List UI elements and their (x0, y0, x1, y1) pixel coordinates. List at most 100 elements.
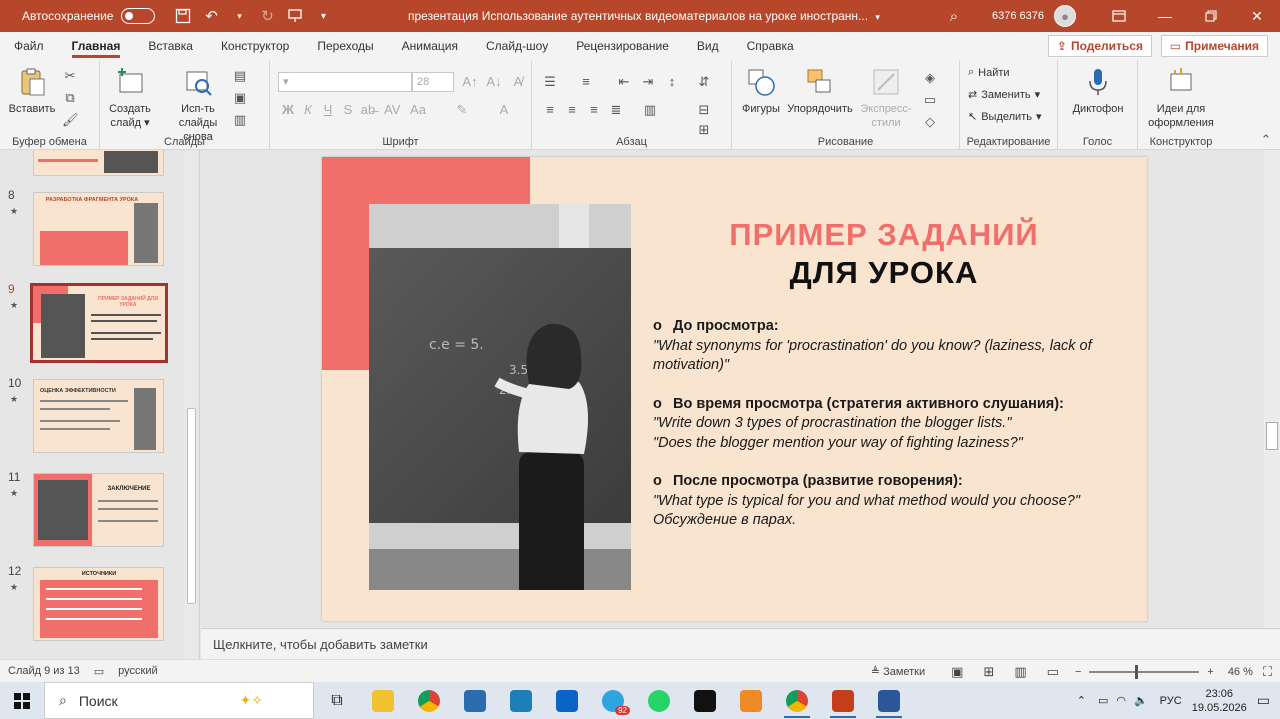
share-button[interactable]: ⇪ Поделиться (1047, 35, 1152, 57)
tab-transitions[interactable]: Переходы (303, 32, 387, 60)
tab-view[interactable]: Вид (683, 32, 733, 60)
underline-icon[interactable]: Ч (320, 102, 336, 118)
search-icon[interactable]: ⌕ (940, 2, 968, 30)
font-family-select[interactable]: ▾ (278, 72, 412, 92)
clear-format-icon[interactable]: A̸ (510, 74, 526, 90)
undo-icon[interactable]: ↶ (197, 2, 225, 30)
present-icon[interactable] (281, 2, 309, 30)
notion-icon[interactable] (682, 682, 728, 719)
slide-sorter-icon[interactable]: ⊞ (983, 664, 994, 680)
shrink-font-icon[interactable]: A↓ (486, 74, 502, 90)
align-right-icon[interactable]: ≡ (586, 102, 602, 118)
find-button[interactable]: ⌕ Найти (968, 66, 1010, 79)
undo-dropdown-icon[interactable]: ▾ (225, 2, 253, 30)
wifi-icon[interactable]: ◠ (1116, 694, 1126, 707)
arrange-button[interactable]: Упорядочить (786, 66, 854, 116)
document-title[interactable]: презентация Использование аутентичных ви… (408, 9, 880, 23)
user-name[interactable]: 6376 6376 (992, 10, 1044, 22)
slide-thumbnail[interactable] (33, 150, 164, 176)
align-text-icon[interactable]: ⊟ (696, 102, 712, 118)
tab-animations[interactable]: Анимация (388, 32, 472, 60)
zoom-slider[interactable] (1089, 664, 1200, 679)
tab-home[interactable]: Главная (58, 32, 135, 60)
highlight-icon[interactable]: ✎ (454, 102, 470, 118)
teacher-at-chalkboard-photo[interactable]: c.e = 5. 3.5 = 6 2.5 = 6 (369, 204, 631, 590)
slide-thumbnail[interactable]: ЗАКЛЮЧЕНИЕ (33, 473, 164, 547)
chrome-profile-icon[interactable] (774, 682, 820, 719)
tab-help[interactable]: Справка (733, 32, 808, 60)
collapse-ribbon-icon[interactable]: ⌃ (1258, 132, 1274, 148)
new-slide-button[interactable]: Создать слайд ▾ (104, 66, 156, 130)
outlook-icon[interactable] (544, 682, 590, 719)
file-explorer-icon[interactable] (360, 682, 406, 719)
minimize-icon[interactable]: — (1142, 0, 1188, 32)
slide-thumbnail-selected[interactable]: ПРИМЕР ЗАДАНИЙ ДЛЯ УРОКА (30, 283, 168, 363)
show-hidden-icons-icon[interactable]: ⌃ (1077, 694, 1086, 707)
select-button[interactable]: ↖ Выделить ▾ (968, 110, 1042, 124)
tab-slideshow[interactable]: Слайд-шоу (472, 32, 562, 60)
increase-indent-icon[interactable]: ⇥ (640, 74, 656, 90)
slide-thumbnail[interactable]: ОЦЕНКА ЭФФЕКТИВНОСТИ (33, 379, 164, 453)
photos-icon[interactable] (498, 682, 544, 719)
current-slide[interactable]: c.e = 5. 3.5 = 6 2.5 = 6 ПРИМЕР ЗАДАНИЙ … (322, 157, 1147, 621)
powerpoint-icon[interactable] (820, 682, 866, 719)
reuse-slides-button[interactable]: Исп-ть слайды снова (166, 66, 230, 144)
telegram-icon[interactable]: 92 (590, 682, 636, 719)
language-indicator[interactable]: русский (118, 665, 157, 677)
battery-icon[interactable]: ▭ (1098, 694, 1108, 707)
volume-icon[interactable]: 🔈 (1134, 694, 1148, 707)
font-size-select[interactable]: 28 (412, 72, 454, 92)
normal-view-icon[interactable]: ▣ (951, 664, 963, 680)
customize-toolbar-icon[interactable]: ▾ (309, 2, 337, 30)
tab-design[interactable]: Конструктор (207, 32, 303, 60)
align-left-icon[interactable]: ≡ (542, 102, 558, 118)
reset-icon[interactable]: ▣ (232, 90, 248, 106)
shadow-icon[interactable]: S (340, 102, 356, 118)
slide-thumbnail[interactable]: ИСТОЧНИКИ (33, 567, 164, 641)
word-icon[interactable] (866, 682, 912, 719)
grow-font-icon[interactable]: A↑ (462, 74, 478, 90)
shapes-button[interactable]: Фигуры (738, 66, 784, 116)
spellcheck-icon[interactable]: ▭ (94, 665, 104, 678)
justify-icon[interactable]: ≣ (608, 102, 624, 118)
tab-insert[interactable]: Вставка (134, 32, 207, 60)
numbering-icon[interactable]: ≡ (578, 74, 594, 90)
case-icon[interactable]: Aa (410, 102, 426, 118)
copy-icon[interactable]: ⧉ (62, 90, 78, 106)
shape-fill-icon[interactable]: ◈ (922, 70, 938, 86)
font-color-icon[interactable]: A (496, 102, 512, 118)
dictate-button[interactable]: Диктофон (1064, 66, 1132, 116)
whatsapp-icon[interactable] (636, 682, 682, 719)
paste-button[interactable]: Вставить (6, 66, 58, 116)
bullets-icon[interactable]: ☰ (542, 74, 558, 90)
comments-button[interactable]: ▭ Примечания (1160, 35, 1268, 57)
slideshow-view-icon[interactable]: ▭ (1047, 664, 1059, 680)
zoom-in-icon[interactable]: + (1207, 666, 1213, 678)
text-direction-icon[interactable]: ⇵ (696, 74, 712, 90)
windows-start-icon[interactable] (0, 682, 44, 719)
decrease-indent-icon[interactable]: ⇤ (616, 74, 632, 90)
zoom-level[interactable]: 46 % (1228, 666, 1253, 678)
notes-toggle-button[interactable]: ≜ Заметки (871, 665, 925, 678)
columns-icon[interactable]: ▥ (642, 102, 658, 118)
notifications-icon[interactable]: ▭ (1257, 692, 1270, 709)
slide-thumbnail[interactable]: РАЗРАБОТКА ФРАГМЕНТА УРОКА (33, 192, 164, 266)
taskbar-search[interactable]: ⌕ Поиск ✦✧ (44, 682, 314, 719)
slide-body-text[interactable]: o До просмотра: "What synonyms for 'procr… (653, 317, 1133, 531)
layout-icon[interactable]: ▤ (232, 68, 248, 84)
zoom-out-icon[interactable]: − (1075, 666, 1081, 678)
slide-scrollbar-thumb[interactable] (1266, 422, 1278, 450)
keyboard-language[interactable]: РУС (1160, 695, 1182, 707)
notes-pane[interactable]: Щелкните, чтобы добавить заметки (201, 628, 1280, 659)
tab-file[interactable]: Файл (0, 32, 58, 60)
autosave-toggle[interactable] (121, 8, 156, 24)
store-icon[interactable] (452, 682, 498, 719)
slide-scrollbar[interactable] (1264, 150, 1280, 628)
chrome-icon[interactable] (406, 682, 452, 719)
quick-styles-button[interactable]: Экспресс-стили (856, 66, 916, 130)
replace-button[interactable]: ⇄ Заменить ▾ (968, 88, 1040, 102)
align-center-icon[interactable]: ≡ (564, 102, 580, 118)
section-icon[interactable]: ▥ (232, 112, 248, 128)
format-painter-icon[interactable]: 🖌 (62, 112, 79, 128)
line-spacing-icon[interactable]: ↕ (664, 74, 680, 90)
